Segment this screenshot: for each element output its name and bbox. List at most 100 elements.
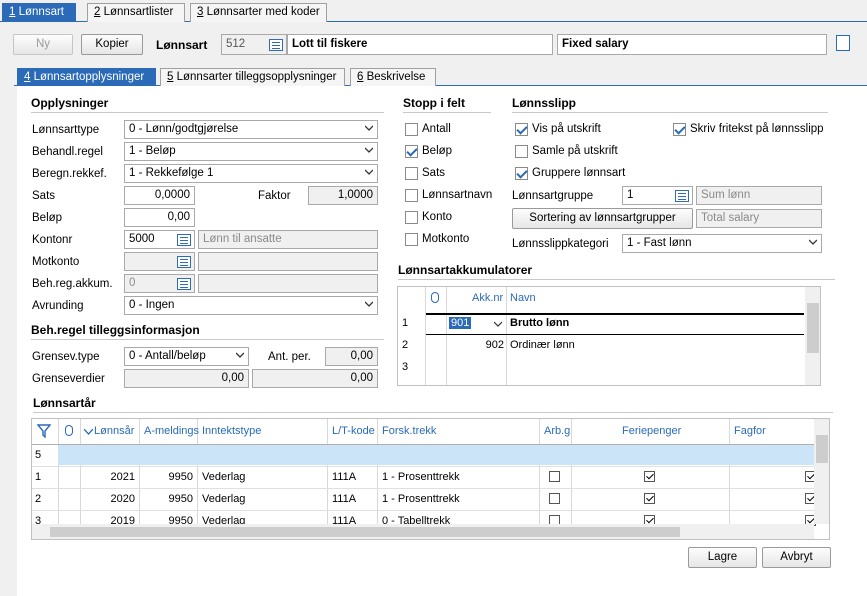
faktor-label: Faktor xyxy=(258,190,291,202)
col-header[interactable]: L/T-kode xyxy=(332,421,375,441)
lookup-icon[interactable] xyxy=(675,190,689,202)
col-header[interactable]: Fagfor xyxy=(734,421,766,441)
sats-field[interactable]: 0,0000 xyxy=(124,186,195,205)
arbg-checkbox[interactable] xyxy=(549,471,560,482)
avrunding-select[interactable]: 0 - Ingen xyxy=(124,296,378,315)
sortering-button[interactable]: Sortering av lønnsartgrupper xyxy=(512,208,693,229)
beregn-select[interactable]: 1 - Rekkefølge 1 xyxy=(124,164,378,183)
divider xyxy=(512,112,828,113)
sort-desc-icon[interactable] xyxy=(84,429,93,435)
new-button[interactable]: Ny xyxy=(13,34,73,55)
note-icon[interactable] xyxy=(836,35,850,51)
behreg-label: Beh.reg.akkum. xyxy=(32,278,113,290)
lonnsart-number-field[interactable]: 512 xyxy=(221,34,287,55)
belop-field[interactable]: 0,00 xyxy=(124,208,195,227)
filter-icon[interactable] xyxy=(37,424,51,438)
new-row[interactable] xyxy=(58,445,814,465)
tab-key: 6 xyxy=(357,71,364,83)
forsk-trekk-cell[interactable]: 1 - Prosenttrekk xyxy=(382,467,460,487)
behandl-select[interactable]: 1 - Beløp xyxy=(124,142,378,161)
col-navn-header[interactable]: Navn xyxy=(510,288,536,308)
lonnsart-number: 512 xyxy=(226,38,246,50)
motkonto-field[interactable] xyxy=(124,252,195,271)
lookup-icon[interactable] xyxy=(269,39,283,51)
antper-field[interactable]: 0,00 xyxy=(325,347,378,366)
tab-lonnsartopplysninger[interactable]: 4 Lønnsartopplysninger xyxy=(17,68,156,86)
lookup-icon[interactable] xyxy=(177,234,191,246)
col-header[interactable]: A-meldings xyxy=(144,421,199,441)
vis-checkbox[interactable] xyxy=(515,123,528,136)
faktor-field[interactable]: 1,0000 xyxy=(308,186,378,205)
grensev-select[interactable]: 0 - Antall/beløp xyxy=(124,347,249,366)
col-header[interactable]: Feriepenger xyxy=(622,421,681,441)
save-button[interactable]: Lagre xyxy=(688,547,757,568)
akk-nr-cell[interactable]: 901 xyxy=(449,313,472,333)
stopp-checkbox[interactable] xyxy=(405,233,418,246)
cancel-button[interactable]: Avbryt xyxy=(762,547,831,568)
col-akk-header[interactable]: Akk.nr xyxy=(472,288,503,308)
english-name-field[interactable]: Fixed salary xyxy=(557,34,827,55)
attachment-icon[interactable] xyxy=(431,292,439,303)
grid-line xyxy=(58,419,59,524)
kategori-select[interactable]: 1 - Fast lønn xyxy=(622,234,822,253)
col-header[interactable]: Inntektstype xyxy=(202,421,261,441)
lookup-icon[interactable] xyxy=(177,256,191,268)
lonnsar-cell[interactable]: 2020 xyxy=(82,489,135,509)
grenseverdier-label: Grenseverdier xyxy=(32,373,105,385)
grenseverdi-2-field[interactable]: 0,00 xyxy=(252,369,378,388)
stopp-checkbox[interactable] xyxy=(405,145,418,158)
grid-line xyxy=(539,419,540,524)
grupper-checkbox[interactable] xyxy=(515,167,528,180)
tab-key: 3 xyxy=(197,6,204,18)
a-melding-cell[interactable]: 9950 xyxy=(140,489,193,509)
behreg-value: 0 xyxy=(129,277,136,289)
stopp-checkbox[interactable] xyxy=(405,123,418,136)
behreg-field[interactable]: 0 xyxy=(124,274,195,293)
scroll-thumb[interactable] xyxy=(50,527,680,537)
lonnsslipp-heading: Lønnsslipp xyxy=(512,96,576,110)
divider xyxy=(33,412,833,413)
kontonr-field[interactable]: 5000 xyxy=(124,230,195,249)
kategori-label: Lønnsslippkategori xyxy=(512,238,609,250)
stopp-checkbox[interactable] xyxy=(405,211,418,224)
copy-button[interactable]: Kopier xyxy=(81,34,143,55)
scroll-thumb[interactable] xyxy=(816,435,828,463)
col-header[interactable]: Forsk.trekk xyxy=(382,421,436,441)
feriepenger-checkbox[interactable] xyxy=(644,493,655,504)
tab-lonnsart[interactable]: 1 Lønnsart xyxy=(2,3,76,22)
tab-beskrivelse[interactable]: 6 Beskrivelse xyxy=(350,68,436,86)
arbg-checkbox[interactable] xyxy=(549,493,560,504)
lonnsart-name-field[interactable]: Lott til fiskere xyxy=(287,34,553,55)
skriv-checkbox[interactable] xyxy=(673,123,686,136)
tab-tilleggsopplysninger[interactable]: 5 Lønnsarter tilleggsopplysninger xyxy=(160,68,345,86)
scroll-thumb[interactable] xyxy=(807,303,819,353)
inntektstype-cell[interactable]: Vederlag xyxy=(202,489,245,509)
chevron-down-icon xyxy=(365,147,373,153)
stopp-checkbox[interactable] xyxy=(405,189,418,202)
stopp-checkbox[interactable] xyxy=(405,167,418,180)
lonnsarttype-label: Lønnsarttype xyxy=(32,124,100,136)
behandl-label: Behandl.regel xyxy=(32,146,103,158)
samle-checkbox[interactable] xyxy=(515,145,528,158)
chevron-down-icon[interactable] xyxy=(494,321,502,327)
divider xyxy=(31,112,384,113)
tab-label: Lønnsarter tilleggsopplysninger xyxy=(176,71,337,83)
lt-kode-cell[interactable]: 111A xyxy=(332,467,356,487)
akk-nr-cell[interactable]: 902 xyxy=(458,335,504,355)
col-header[interactable]: Lønnsår xyxy=(94,421,134,441)
lonnsarttype-select[interactable]: 0 - Lønn/godtgjørelse xyxy=(124,120,378,139)
lt-kode-cell[interactable]: 111A xyxy=(332,489,356,509)
lookup-icon[interactable] xyxy=(177,278,191,290)
lonnsar-cell[interactable]: 2021 xyxy=(82,467,135,487)
gruppe-field[interactable]: 1 xyxy=(622,186,693,205)
attachment-icon[interactable] xyxy=(65,425,73,436)
feriepenger-checkbox[interactable] xyxy=(644,471,655,482)
a-melding-cell[interactable]: 9950 xyxy=(140,467,193,487)
tab-lonnsartlister[interactable]: 2 Lønnsartlister xyxy=(87,3,185,22)
inntektstype-cell[interactable]: Vederlag xyxy=(202,467,245,487)
grenseverdi-1-field[interactable]: 0,00 xyxy=(124,369,249,388)
forsk-trekk-cell[interactable]: 1 - Prosenttrekk xyxy=(382,489,460,509)
tab-lonnsarter-med-koder[interactable]: 3 Lønnsarter med koder xyxy=(190,3,327,22)
sats-label: Sats xyxy=(32,190,56,202)
col-header[interactable]: Arb.g xyxy=(544,421,570,441)
